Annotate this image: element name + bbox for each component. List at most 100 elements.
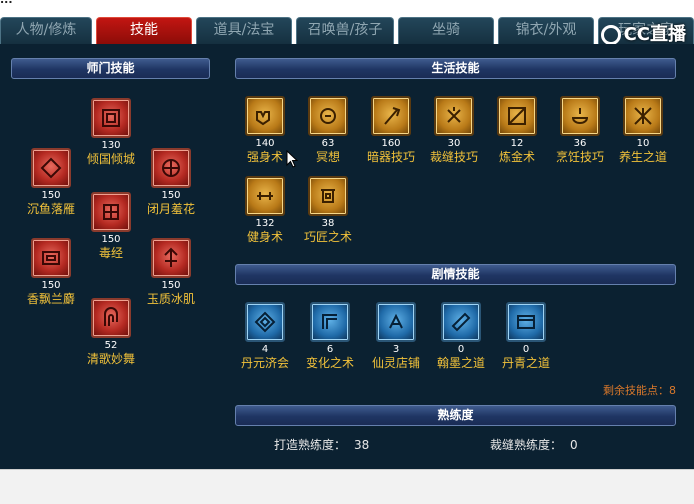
skill-shimen-2[interactable]: 150 沉鱼落雁 [19,148,83,216]
tailor-value: 0 [570,438,578,452]
skills-panel: 师门技能 130 倾国倾城 150 沉鱼落雁 150 闭月羞花 150 毒经 1… [0,44,694,469]
skill-icon[interactable] [623,96,663,136]
skill-level: 63 [321,138,335,149]
skill-life-8[interactable]: 132 健身术 [233,176,297,244]
skill-icon[interactable] [441,302,481,342]
skill-level: 150 [41,280,61,291]
forge-value: 38 [354,438,370,452]
skill-icon[interactable] [434,96,474,136]
skill-name: 健身术 [246,230,283,244]
tab-bar: 人物/修炼 技能 道具/法宝 召唤兽/孩子 坐骑 锦衣/外观 玩家之家 [0,17,694,44]
skill-story-3[interactable]: 3 仙灵店铺 [364,302,428,370]
skill-icon[interactable] [310,302,350,342]
skill-life-7[interactable]: 10 养生之道 [611,96,675,164]
skill-level: 0 [522,344,530,355]
skill-name: 冥想 [315,150,340,164]
skill-story-1[interactable]: 4 丹元济会 [233,302,297,370]
skill-icon[interactable] [506,302,546,342]
skill-icon[interactable] [245,176,285,216]
skill-icon[interactable] [497,96,537,136]
skill-level: 160 [381,138,401,149]
skill-icon[interactable] [245,302,285,342]
skill-icon[interactable] [91,298,131,338]
skill-level: 150 [41,190,61,201]
skill-name: 裁缝技巧 [429,150,478,164]
mouse-cursor-icon [286,150,298,168]
skill-icon[interactable] [151,238,191,278]
watermark-text: CC直播 [623,24,686,45]
skill-name: 翰墨之道 [436,356,485,370]
skill-name: 巧匠之术 [303,230,352,244]
tailor-label: 裁缝熟练度： [490,438,563,452]
forge-label: 打造熟练度： [274,438,347,452]
skill-shimen-6[interactable]: 150 玉质冰肌 [139,238,203,306]
skill-life-3[interactable]: 160 暗器技巧 [359,96,423,164]
skill-life-6[interactable]: 36 烹饪技巧 [548,96,612,164]
cc-logo-icon [600,25,621,45]
skill-name: 烹饪技巧 [555,150,604,164]
skill-shimen-3[interactable]: 150 闭月羞花 [139,148,203,216]
skill-life-9[interactable]: 38 巧匠之术 [296,176,360,244]
bottom-bar [0,469,694,504]
skill-name: 暗器技巧 [366,150,415,164]
forge-proficiency: 打造熟练度： 38 [274,436,369,453]
window-title-fragment: ... [0,0,13,6]
skill-icon[interactable] [560,96,600,136]
skill-shimen-1[interactable]: 130 倾国倾城 [79,98,143,166]
skill-name: 仙灵店铺 [371,356,420,370]
skill-shimen-5[interactable]: 150 香飘兰麝 [19,238,83,306]
skill-life-2[interactable]: 63 冥想 [296,96,360,164]
skill-level: 3 [392,344,400,355]
skill-name: 沉鱼落雁 [26,202,75,216]
skill-level: 6 [326,344,334,355]
skill-name: 丹青之道 [501,356,550,370]
shimen-header: 师门技能 [11,58,210,79]
skill-icon[interactable] [31,148,71,188]
skill-icon[interactable] [308,176,348,216]
skill-level: 4 [261,344,269,355]
skill-level: 150 [101,234,121,245]
tab-pets[interactable]: 召唤兽/孩子 [296,17,394,44]
skill-icon[interactable] [151,148,191,188]
top-strip: ... [0,0,694,8]
skill-story-4[interactable]: 0 翰墨之道 [429,302,493,370]
skill-name: 清歌妙舞 [86,352,135,366]
skill-icon[interactable] [376,302,416,342]
skill-level: 140 [255,138,275,149]
skill-icon[interactable] [31,238,71,278]
skill-icon[interactable] [91,98,131,138]
skill-level: 38 [321,218,335,229]
tab-items[interactable]: 道具/法宝 [196,17,292,44]
skill-icon[interactable] [91,192,131,232]
skill-story-2[interactable]: 6 变化之术 [298,302,362,370]
skill-level: 30 [447,138,461,149]
skill-level: 130 [101,140,121,151]
proficiency-header: 熟练度 [235,405,676,426]
tab-character[interactable]: 人物/修炼 [0,17,92,44]
skill-name: 变化之术 [305,356,354,370]
skill-icon[interactable] [245,96,285,136]
skill-name: 毒经 [98,246,123,260]
story-header: 剧情技能 [235,264,676,285]
skill-name: 养生之道 [618,150,667,164]
skill-shimen-4[interactable]: 150 毒经 [79,192,143,260]
tab-skills[interactable]: 技能 [96,17,192,44]
skill-life-5[interactable]: 12 炼金术 [485,96,549,164]
tab-mount[interactable]: 坐骑 [398,17,494,44]
skill-name: 倾国倾城 [86,152,135,166]
skill-level: 52 [104,340,118,351]
skill-level: 0 [457,344,465,355]
life-header: 生活技能 [235,58,676,79]
skill-life-4[interactable]: 30 裁缝技巧 [422,96,486,164]
skill-level: 12 [510,138,524,149]
tab-outfit[interactable]: 锦衣/外观 [498,17,594,44]
skill-name: 玉质冰肌 [146,292,195,306]
skill-icon[interactable] [371,96,411,136]
skill-story-5[interactable]: 0 丹青之道 [494,302,558,370]
skill-shimen-7[interactable]: 52 清歌妙舞 [79,298,143,366]
skill-level: 150 [161,280,181,291]
remaining-skill-points: 剩余技能点：8 [603,384,676,397]
skill-name: 香飘兰麝 [26,292,75,306]
skill-icon[interactable] [308,96,348,136]
skill-level: 150 [161,190,181,201]
